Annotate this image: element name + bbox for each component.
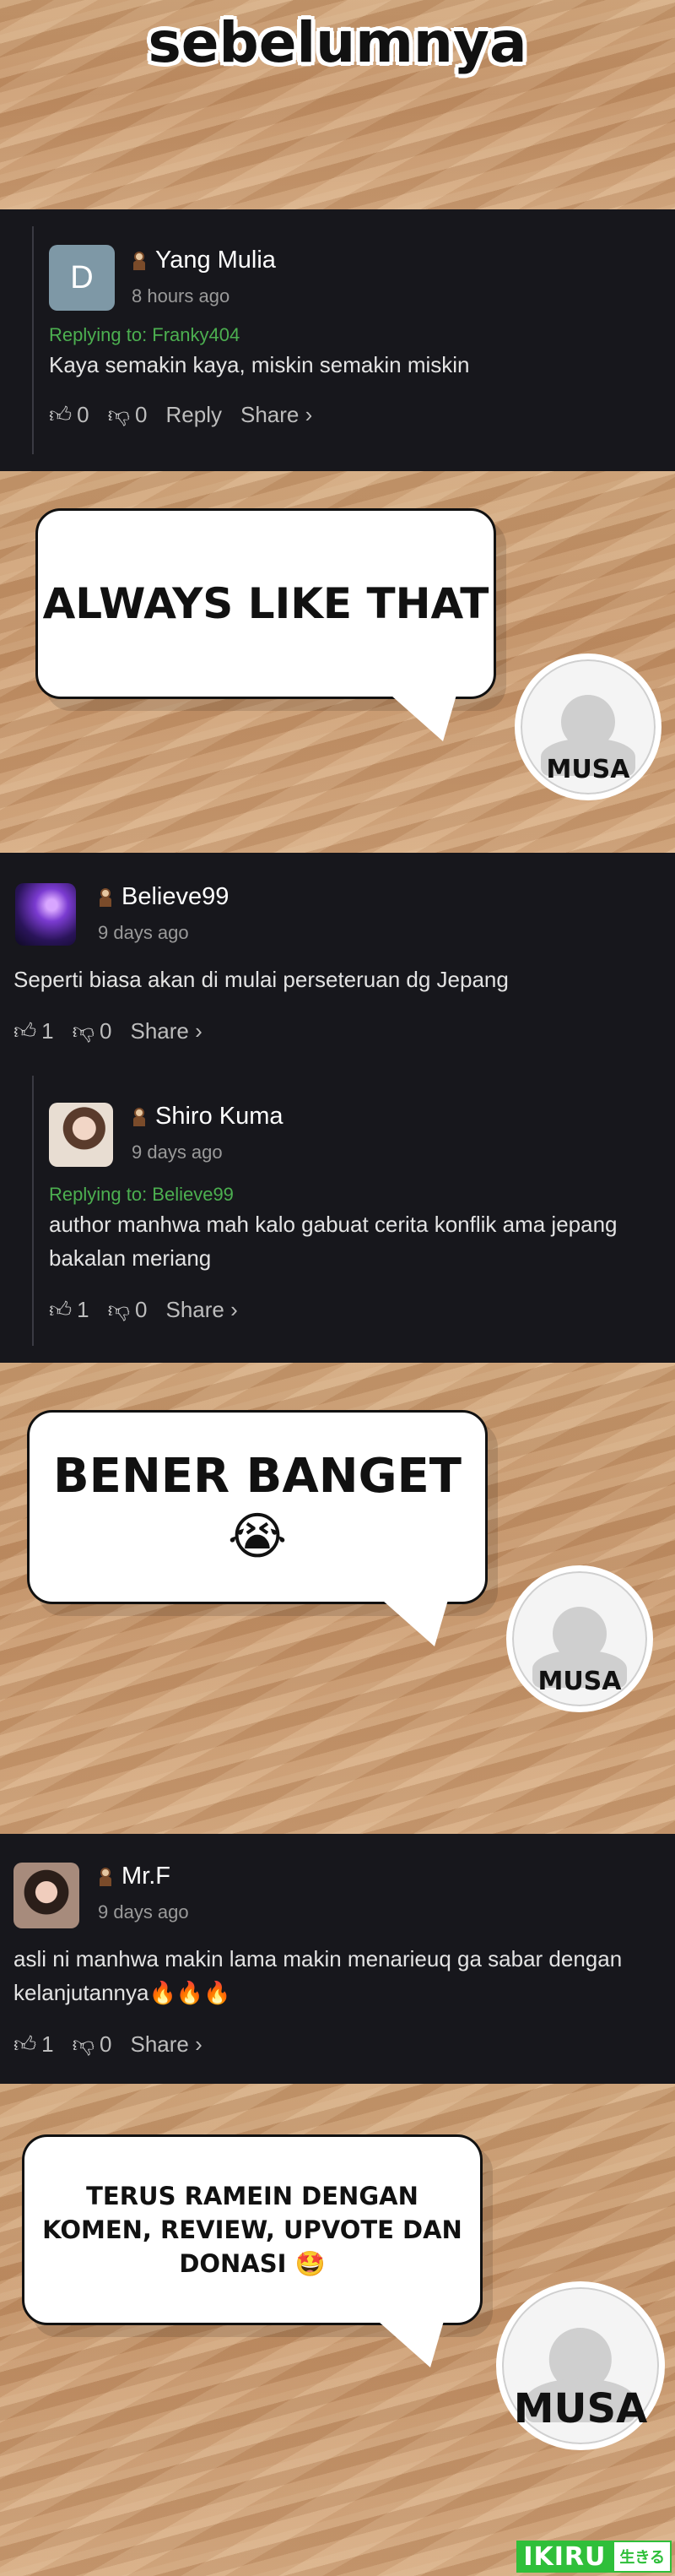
like-button[interactable]: 👍︎ 1 <box>49 1297 89 1323</box>
comment-header: Yang Mulia <box>132 247 276 274</box>
share-button[interactable]: Share › <box>131 1018 202 1044</box>
page-title: sebelumnya <box>148 10 527 75</box>
like-button[interactable]: 👍︎ 0 <box>49 402 89 428</box>
avatar[interactable] <box>49 1103 113 1167</box>
bubble-text: BENER BANGET <box>53 1448 462 1504</box>
bubble-tail <box>375 1594 450 1646</box>
profile-label: MUSA <box>537 1667 622 1696</box>
sand-panel-bubble-2: BENER BANGET 😭 MUSA <box>0 1363 675 1834</box>
like-count: 1 <box>77 1297 89 1322</box>
ninja-badge-icon <box>132 251 147 270</box>
comment-actions: 👍︎ 1 👎︎ 0 Share › <box>14 1018 202 1044</box>
ninja-badge-icon <box>98 1867 113 1886</box>
share-button[interactable]: Share › <box>131 2031 202 2058</box>
like-count: 1 <box>41 2031 54 2057</box>
comment-believe99: Believe99 9 days ago Seperti biasa akan … <box>0 853 675 1363</box>
speech-bubble: BENER BANGET 😭 <box>27 1410 488 1604</box>
timestamp: 8 hours ago <box>132 285 230 306</box>
share-button[interactable]: Share › <box>240 402 312 428</box>
profile-label: MUSA <box>546 755 630 784</box>
sand-panel-title: sebelumnya <box>0 0 675 209</box>
dislike-button[interactable]: 👎︎ 0 <box>73 1018 112 1044</box>
thumbs-down-icon: 👎︎ <box>107 402 131 427</box>
ninja-badge-icon <box>98 887 113 907</box>
thumbs-up-icon: 👍︎ <box>14 2031 37 2057</box>
timestamp: 9 days ago <box>132 1142 223 1163</box>
comment-mr-f: Mr.F 9 days ago asli ni manhwa makin lam… <box>0 1834 675 2084</box>
crying-emoji: 😭 <box>227 1506 288 1566</box>
comment-text-line-1: asli ni manhwa makin lama makin menarieu… <box>14 1946 623 1971</box>
comment-header: Shiro Kuma <box>132 1103 284 1131</box>
reply-button[interactable]: Reply <box>166 402 222 428</box>
dislike-count: 0 <box>135 402 148 427</box>
dislike-count: 0 <box>100 2031 112 2057</box>
bubble-text-line-2: KOMEN, REVIEW, UPVOTE DAN <box>42 2215 462 2244</box>
comment-text-line-1: author manhwa mah kalo gabuat cerita kon… <box>49 1212 618 1237</box>
thumbs-up-icon: 👍︎ <box>14 1018 37 1044</box>
profile-label: MUSA <box>513 2385 648 2432</box>
thread-line <box>32 1076 34 1346</box>
comment-actions: 👍︎ 0 👎︎ 0 Reply Share › <box>49 402 312 428</box>
comment-header: Mr.F <box>98 1863 170 1890</box>
comment-text: Kaya semakin kaya, miskin semakin miskin <box>49 352 470 377</box>
avatar[interactable] <box>15 883 76 946</box>
comment-actions: 👍︎ 1 👎︎ 0 Share › <box>49 1297 238 1323</box>
avatar[interactable]: D <box>49 245 115 311</box>
bubble-tail <box>384 689 458 741</box>
thumbs-up-icon: 👍︎ <box>49 1297 73 1322</box>
comment-actions: 👍︎ 1 👎︎ 0 Share › <box>14 2031 202 2058</box>
thumbs-down-icon: 👎︎ <box>72 1018 95 1044</box>
bubble-text: ALWAYS LIKE THAT <box>42 579 489 628</box>
sand-panel-bubble-1: ALWAYS LIKE THAT MUSA <box>0 471 675 853</box>
profile-avatar: MUSA <box>496 2281 665 2450</box>
watermark-suffix: 生きる <box>613 2541 672 2573</box>
sand-panel-bubble-3: TERUS RAMEIN DENGAN KOMEN, REVIEW, UPVOT… <box>0 2084 675 2576</box>
username[interactable]: Shiro Kuma <box>155 1103 284 1131</box>
username[interactable]: Mr.F <box>122 1863 170 1890</box>
comment-header: Believe99 <box>98 883 229 911</box>
comment-yang-mulia: D Yang Mulia 8 hours ago Replying to: Fr… <box>0 209 675 471</box>
thread-line <box>32 226 34 454</box>
username[interactable]: Believe99 <box>122 883 229 911</box>
avatar-letter: D <box>70 259 94 296</box>
profile-avatar: MUSA <box>506 1565 653 1712</box>
speech-bubble: TERUS RAMEIN DENGAN KOMEN, REVIEW, UPVOT… <box>22 2134 483 2325</box>
like-count: 0 <box>77 402 89 427</box>
speech-bubble: ALWAYS LIKE THAT <box>35 508 496 699</box>
username[interactable]: Yang Mulia <box>155 247 276 274</box>
replying-to[interactable]: Replying to: Franky404 <box>49 324 240 346</box>
dislike-button[interactable]: 👎︎ 0 <box>108 402 148 428</box>
bubble-text-line-3: DONASI 🤩 <box>179 2249 326 2278</box>
page: sebelumnya D Yang Mulia 8 hours ago Repl… <box>0 0 675 2576</box>
comment-text-line-2: bakalan meriang <box>49 1245 212 1271</box>
like-count: 1 <box>41 1018 54 1044</box>
share-button[interactable]: Share › <box>166 1297 238 1323</box>
dislike-button[interactable]: 👎︎ 0 <box>73 2031 112 2058</box>
like-button[interactable]: 👍︎ 1 <box>14 1018 54 1044</box>
dislike-count: 0 <box>100 1018 112 1044</box>
dislike-count: 0 <box>135 1297 148 1322</box>
replying-to[interactable]: Replying to: Believe99 <box>49 1184 234 1206</box>
like-button[interactable]: 👍︎ 1 <box>14 2031 54 2058</box>
timestamp: 9 days ago <box>98 1901 189 1923</box>
watermark-logo: IKIRU 生きる <box>516 2541 672 2573</box>
dislike-button[interactable]: 👎︎ 0 <box>108 1297 148 1323</box>
timestamp: 9 days ago <box>98 922 189 943</box>
bubble-text-line-1: TERUS RAMEIN DENGAN <box>86 2182 418 2210</box>
thumbs-down-icon: 👎︎ <box>72 2031 95 2057</box>
profile-avatar: MUSA <box>515 653 662 800</box>
bubble-tail <box>371 2315 446 2367</box>
comment-text: Seperti biasa akan di mulai perseteruan … <box>14 967 509 992</box>
comment-text-line-2: kelanjutannya🔥🔥🔥 <box>14 1980 231 2005</box>
thumbs-up-icon: 👍︎ <box>49 402 73 427</box>
ninja-badge-icon <box>132 1107 147 1126</box>
watermark-brand: IKIRU <box>516 2541 613 2573</box>
thumbs-down-icon: 👎︎ <box>107 1297 131 1322</box>
avatar[interactable] <box>14 1863 79 1928</box>
